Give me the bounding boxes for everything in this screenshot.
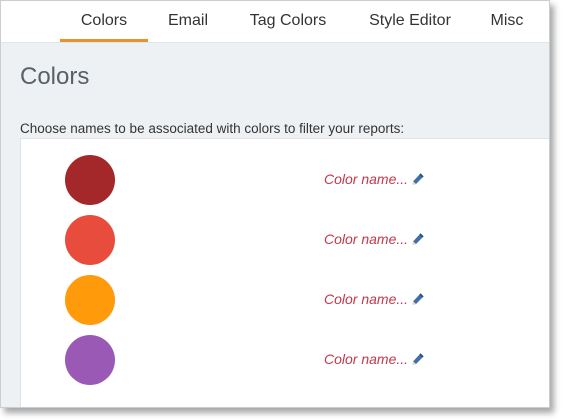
color-swatch-3[interactable] — [65, 275, 115, 325]
tab-colors[interactable]: Colors — [60, 1, 148, 42]
color-row-1: Color name... — [21, 152, 541, 208]
color-swatch-2[interactable] — [65, 215, 115, 265]
tab-tag-colors[interactable]: Tag Colors — [240, 1, 336, 41]
page-title: Colors — [20, 63, 90, 90]
color-name-field-4[interactable]: Color name... — [324, 351, 425, 367]
color-name-field-1[interactable]: Color name... — [324, 171, 425, 187]
color-name-field-3[interactable]: Color name... — [324, 291, 425, 307]
pencil-icon[interactable] — [411, 232, 425, 246]
pencil-icon[interactable] — [411, 172, 425, 186]
color-row-3: Color name... — [21, 272, 541, 328]
color-name-placeholder: Color name... — [324, 171, 409, 187]
instruction-text: Choose names to be associated with color… — [20, 121, 405, 136]
color-swatch-4[interactable] — [65, 335, 115, 385]
tab-misc[interactable]: Misc — [481, 1, 533, 41]
settings-window: Colors Email Tag Colors Style Editor Mis… — [0, 0, 550, 408]
pencil-icon[interactable] — [411, 292, 425, 306]
color-row-2: Color name... — [21, 212, 541, 268]
color-swatch-1[interactable] — [65, 155, 115, 205]
pencil-icon[interactable] — [411, 352, 425, 366]
color-name-placeholder: Color name... — [324, 291, 409, 307]
tab-bar: Colors Email Tag Colors Style Editor Mis… — [1, 1, 549, 43]
color-name-placeholder: Color name... — [324, 351, 409, 367]
tab-style-editor[interactable]: Style Editor — [358, 1, 462, 41]
color-name-field-2[interactable]: Color name... — [324, 231, 425, 247]
color-row-4: Color name... — [21, 332, 541, 388]
color-name-placeholder: Color name... — [324, 231, 409, 247]
color-list-panel: Color name... Color name... Color name..… — [20, 138, 549, 407]
tab-email[interactable]: Email — [158, 1, 218, 41]
